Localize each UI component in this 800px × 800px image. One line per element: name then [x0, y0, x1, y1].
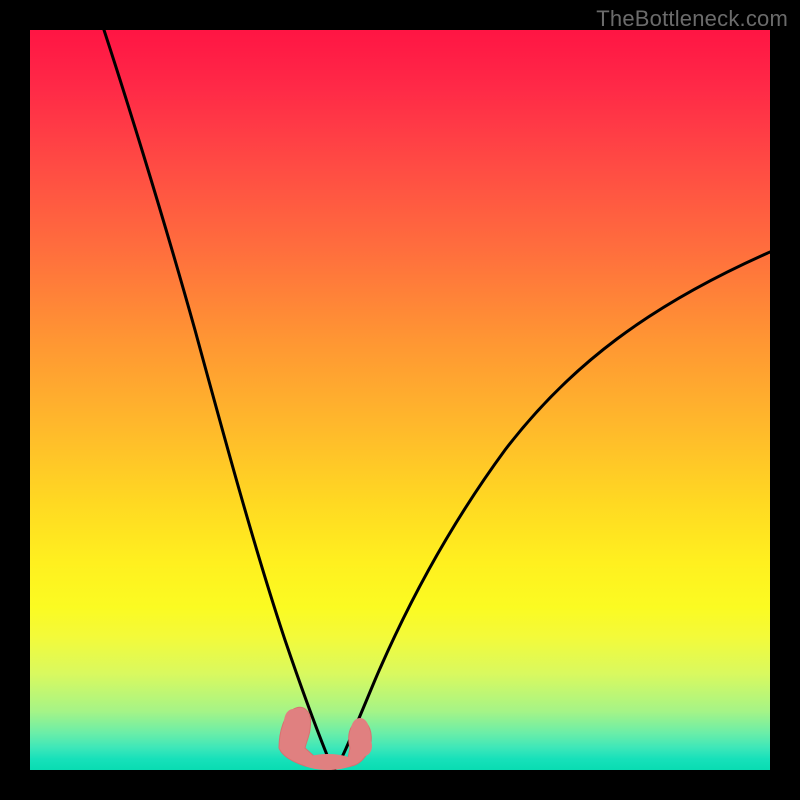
- right-curve: [334, 252, 770, 770]
- plot-area: [30, 30, 770, 770]
- valley-blob: [279, 707, 372, 770]
- left-curve: [104, 30, 334, 770]
- curves-svg: [30, 30, 770, 770]
- chart-stage: TheBottleneck.com: [0, 0, 800, 800]
- watermark-text: TheBottleneck.com: [596, 6, 788, 32]
